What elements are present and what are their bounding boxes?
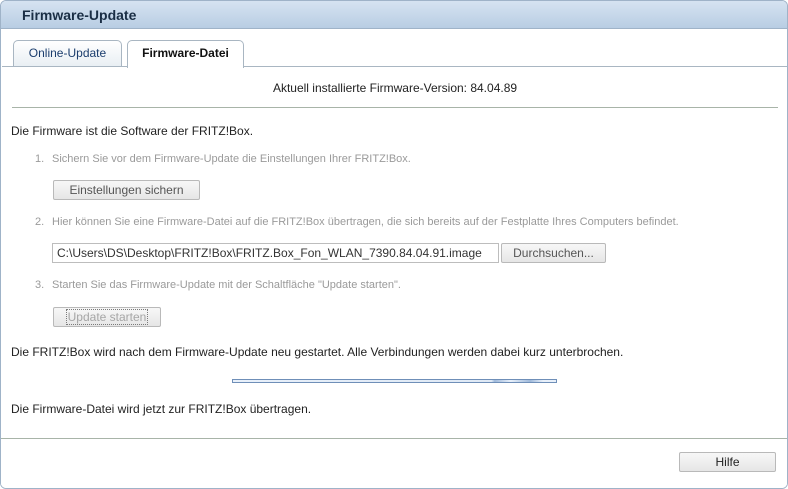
window-title: Firmware-Update (22, 7, 137, 23)
step-3-number: 3. (35, 279, 45, 291)
footer (1, 439, 787, 488)
help-button-label: Hilfe (715, 455, 740, 469)
tab-online-update[interactable]: Online-Update (13, 40, 122, 67)
upload-progress-bar (232, 379, 557, 383)
step-1-text: Sichern Sie vor dem Firmware-Update die … (52, 153, 411, 165)
step-3-text: Starten Sie das Firmware-Update mit der … (52, 279, 401, 291)
browse-button-label: Durchsuchen... (513, 246, 594, 260)
restart-note: Die FRITZ!Box wird nach dem Firmware-Upd… (11, 345, 624, 359)
tab-online-update-label: Online-Update (28, 46, 107, 60)
section-divider (12, 107, 778, 108)
firmware-file-path-input[interactable] (52, 243, 499, 263)
start-update-label: Update starten (65, 309, 149, 325)
step-2-text: Hier können Sie eine Firmware-Datei auf … (52, 216, 679, 228)
backup-settings-button[interactable]: Einstellungen sichern (53, 180, 200, 200)
title-bar: Firmware-Update (1, 1, 787, 29)
backup-settings-label: Einstellungen sichern (69, 183, 184, 197)
browse-button[interactable]: Durchsuchen... (501, 243, 606, 263)
intro-text: Die Firmware ist die Software der FRITZ!… (11, 124, 254, 138)
start-update-button[interactable]: Update starten (53, 307, 161, 327)
status-text: Die Firmware-Datei wird jetzt zur FRITZ!… (11, 402, 312, 416)
tab-firmware-datei-label: Firmware-Datei (142, 46, 229, 60)
help-button[interactable]: Hilfe (679, 452, 776, 472)
firmware-update-window: Firmware-Update Online-Update Firmware-D… (0, 0, 788, 489)
step-2-number: 2. (35, 216, 45, 228)
installed-version-text: Aktuell installierte Firmware-Version: 8… (272, 81, 518, 95)
tab-firmware-datei[interactable]: Firmware-Datei (127, 40, 244, 68)
step-1-number: 1. (35, 153, 45, 165)
tab-divider (2, 66, 787, 67)
